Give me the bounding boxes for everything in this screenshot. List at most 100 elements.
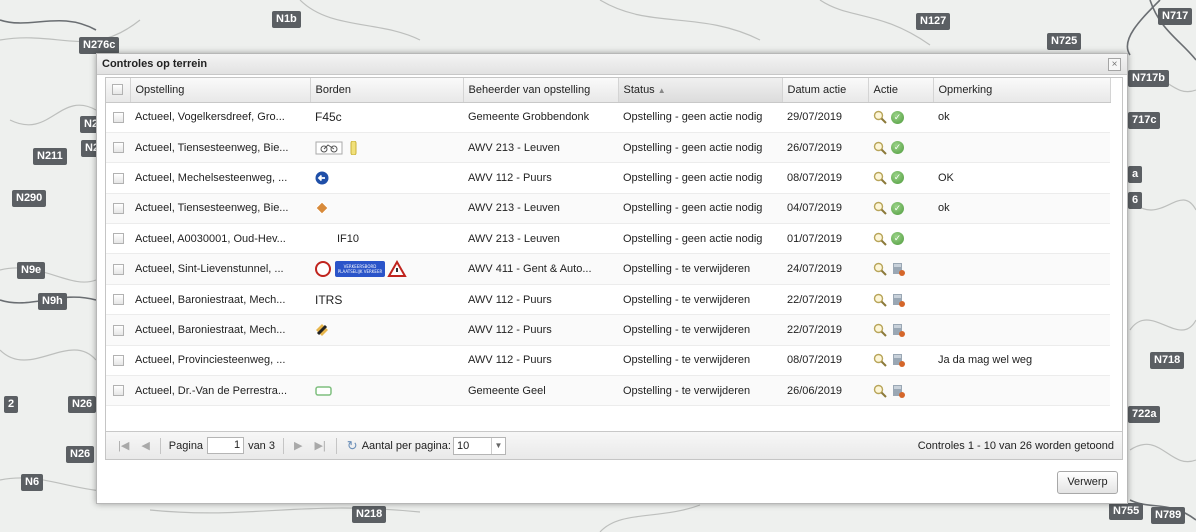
cell-opmerking	[933, 314, 1110, 346]
magnifier-icon[interactable]	[873, 262, 887, 276]
magnifier-icon[interactable]	[873, 141, 887, 155]
refresh-icon[interactable]: ↻	[347, 438, 358, 454]
last-page-icon[interactable]: ▶|	[314, 439, 325, 452]
check-ok-icon[interactable]: ✓	[891, 110, 904, 124]
magnifier-icon[interactable]	[873, 293, 887, 307]
magnifier-icon[interactable]	[873, 110, 887, 124]
actie-icons	[873, 323, 933, 337]
select-all-checkbox[interactable]	[112, 84, 124, 96]
close-icon[interactable]: ×	[1108, 58, 1121, 71]
row-checkbox-cell[interactable]	[106, 223, 130, 255]
row-checkbox[interactable]	[112, 172, 124, 184]
cell-beheerder: AWV 112 - Puurs	[463, 162, 618, 194]
select-all-header[interactable]	[106, 78, 131, 103]
table-row[interactable]: Actueel, Baroniestraat, Mech... ITRS AWV 1…	[106, 284, 1110, 316]
row-checkbox[interactable]	[112, 324, 124, 336]
cell-actie	[868, 375, 933, 407]
col-beheerder[interactable]: Beheerder van opstelling	[463, 78, 619, 103]
table-row[interactable]: Actueel, Dr.-Van de Perrestra... Gemeente…	[106, 375, 1110, 407]
delete-sign-icon[interactable]	[891, 323, 905, 337]
table-row[interactable]: Actueel, Tiensesteenweg, Bie... AWV 213 -…	[106, 193, 1110, 225]
col-datum[interactable]: Datum actie	[782, 78, 869, 103]
table-row[interactable]: Actueel, Vogelkersdreef, Gro... F45c Gemee…	[106, 102, 1110, 133]
row-checkbox-cell[interactable]	[106, 345, 130, 377]
delete-sign-icon[interactable]	[891, 293, 905, 307]
row-checkbox[interactable]	[112, 202, 124, 214]
actie-icons: ✓	[873, 232, 933, 246]
row-checkbox-cell[interactable]	[106, 253, 130, 285]
end-priority-sign-icon	[316, 323, 328, 336]
cell-opstelling: Actueel, Tiensesteenweg, Bie...	[130, 132, 310, 164]
cell-datum: 22/07/2019	[782, 314, 868, 346]
road-label: N755	[1109, 503, 1144, 520]
table-row[interactable]: Actueel, Mechelsesteenweg, ... AWV 112 - …	[106, 162, 1110, 194]
magnifier-icon[interactable]	[873, 323, 887, 337]
road-label: N276c	[79, 37, 120, 54]
table-row[interactable]: Actueel, Sint-Lievenstunnel, ... VERKEERS…	[106, 253, 1110, 285]
col-borden[interactable]: Borden	[310, 78, 464, 103]
row-checkbox-cell[interactable]	[106, 162, 130, 194]
col-status[interactable]: Status ▲	[618, 78, 783, 103]
dialog-header[interactable]: Controles op terrein	[97, 54, 1127, 75]
actie-icons: ✓	[873, 201, 933, 216]
row-checkbox-cell[interactable]	[106, 102, 130, 133]
delete-sign-icon[interactable]	[891, 384, 905, 398]
table-row[interactable]: Actueel, Provinciesteenweg, ... AWV 112 -…	[106, 345, 1110, 377]
row-checkbox-cell[interactable]	[106, 314, 130, 346]
actie-icons	[873, 262, 933, 277]
row-checkbox[interactable]	[112, 354, 124, 366]
cell-opmerking	[933, 132, 1110, 164]
prev-page-icon[interactable]: ◀	[141, 439, 149, 452]
per-page-select[interactable]: 10 ▼	[452, 436, 506, 455]
table-row[interactable]: Actueel, Tiensesteenweg, Bie... AWV 213 -…	[106, 132, 1110, 164]
check-ok-icon[interactable]: ✓	[891, 171, 904, 185]
page-input[interactable]: 1	[207, 437, 245, 454]
row-checkbox[interactable]	[112, 385, 124, 397]
verwerp-button[interactable]: Verwerp	[1057, 471, 1118, 494]
col-opstelling[interactable]: Opstelling	[130, 78, 311, 103]
chevron-down-icon[interactable]: ▼	[490, 437, 505, 454]
road-label: N1b	[272, 11, 301, 28]
row-checkbox[interactable]	[112, 263, 124, 275]
row-checkbox[interactable]	[112, 142, 124, 154]
delete-sign-icon[interactable]	[891, 262, 905, 277]
road-label: 6	[1128, 192, 1143, 209]
row-checkbox-cell[interactable]	[106, 375, 130, 407]
cell-borden: VERKEERSBORD PLAATSELIJK VERKEER	[310, 253, 463, 285]
actie-icons	[873, 384, 933, 398]
magnifier-icon[interactable]	[873, 353, 887, 368]
road-label: a	[1128, 166, 1143, 183]
actie-icons	[873, 293, 933, 307]
row-checkbox[interactable]	[112, 111, 124, 123]
cell-actie	[868, 284, 933, 316]
cell-actie: ✓	[868, 132, 933, 164]
magnifier-icon[interactable]	[873, 232, 887, 246]
magnifier-icon[interactable]	[873, 171, 887, 185]
row-checkbox[interactable]	[112, 233, 124, 245]
cell-opstelling: Actueel, Dr.-Van de Perrestra...	[130, 375, 310, 407]
check-ok-icon[interactable]: ✓	[891, 201, 904, 215]
check-ok-icon[interactable]: ✓	[891, 232, 904, 246]
row-checkbox-cell[interactable]	[106, 132, 130, 164]
borden-text: ITRS	[315, 292, 343, 307]
row-checkbox[interactable]	[112, 294, 124, 306]
svg-text:PLAATSELIJK VERKEER: PLAATSELIJK VERKEER	[338, 269, 383, 274]
road-label: 717c	[1128, 112, 1161, 129]
cell-status: Opstelling - geen actie nodig	[618, 102, 782, 133]
table-row[interactable]: Actueel, A0030001, Oud-Hev... IF10 AWV 213…	[106, 223, 1110, 255]
col-opmerking[interactable]: Opmerking	[933, 78, 1111, 103]
table-row[interactable]: Actueel, Baroniestraat, Mech... AWV 112 -…	[106, 314, 1110, 346]
cell-beheerder: AWV 213 - Leuven	[463, 223, 618, 255]
road-label: N9h	[38, 293, 67, 310]
first-page-icon[interactable]: |◀	[118, 439, 129, 452]
magnifier-icon[interactable]	[873, 384, 887, 398]
road-label: N717b	[1128, 70, 1170, 87]
row-checkbox-cell[interactable]	[106, 284, 130, 316]
magnifier-icon[interactable]	[873, 201, 887, 216]
next-page-icon[interactable]: ▶	[294, 439, 302, 452]
check-ok-icon[interactable]: ✓	[891, 141, 904, 155]
col-actie[interactable]: Actie	[868, 78, 934, 103]
borden-text: F45c	[315, 110, 342, 125]
row-checkbox-cell[interactable]	[106, 193, 130, 225]
delete-sign-icon[interactable]	[891, 353, 905, 368]
